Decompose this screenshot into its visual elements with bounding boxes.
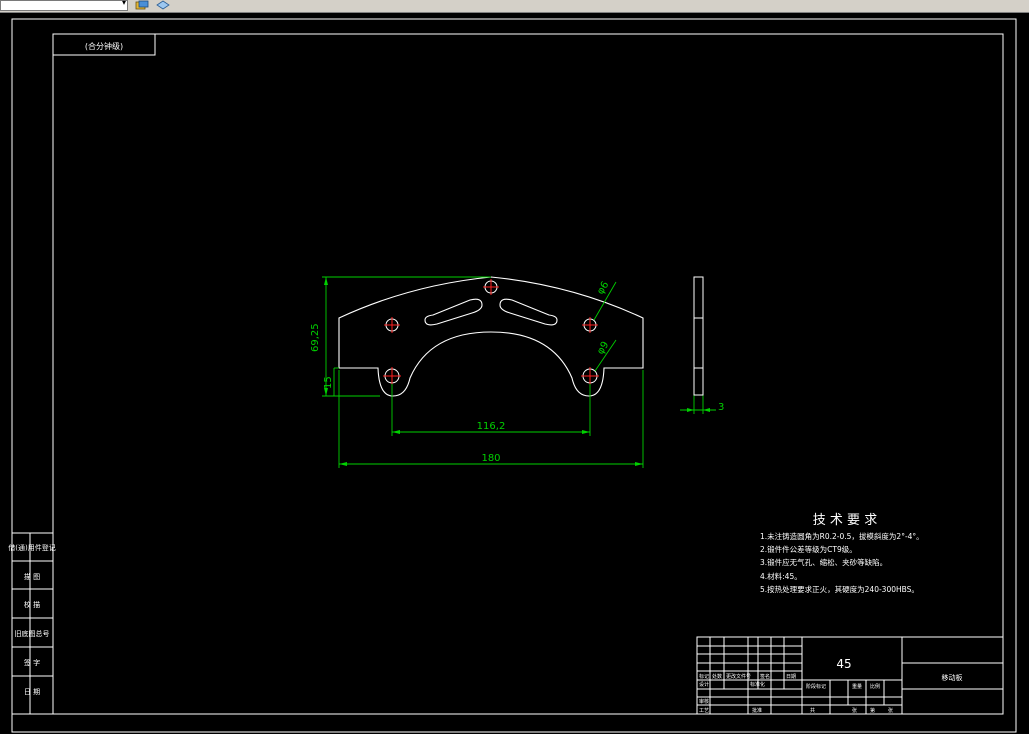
tb-label-mark: 标记 (699, 673, 709, 680)
part-side-view (693, 276, 704, 396)
tb-label-sheet2: 张 (888, 707, 893, 714)
tb-label-design: 设计 (699, 681, 709, 688)
top-label: (合分钟级) (85, 41, 123, 51)
sheet-outer-border (11, 18, 1017, 733)
layer-properties-icon[interactable] (156, 0, 170, 11)
dimension-lines (322, 276, 716, 468)
tb-label-num: 第 (870, 707, 875, 714)
tb-label-change-doc: 更改文件号 (726, 673, 751, 680)
dimension-arrows (324, 277, 710, 466)
layer-dropdown[interactable]: ▾ (0, 0, 128, 11)
tech-requirements-title: 技 术 要 求 (813, 513, 877, 528)
dim-height-total: 69,25 (310, 323, 321, 352)
side-label-2: 校 描 (24, 600, 40, 609)
layer-states-icon[interactable] (135, 0, 149, 11)
tech-item-0: 1.未注铸造圆角为R0.2-0.5，拔模斜度为2°-4°。 (760, 531, 924, 541)
title-block-material: 45 (836, 657, 851, 671)
title-block-part-name: 移动板 (942, 673, 963, 682)
tb-label-process: 工艺 (699, 708, 709, 714)
drawing-frame (52, 33, 1004, 715)
tech-item-2: 3.锻件应无气孔、缩松、夹砂等缺陷。 (760, 557, 887, 567)
dim-hole-spacing: 116,2 (477, 421, 506, 432)
cad-toolbar: ▾ (0, 0, 1029, 13)
tb-label-standard: 标准化 (750, 681, 765, 688)
side-label-3: 旧底图总号 (15, 629, 50, 638)
drawing-canvas[interactable]: (合分钟级) 借(通)用件登记 描 图 校 描 旧底图总号 签 字 日 期 69… (0, 13, 1029, 734)
tb-label-approve: 批准 (752, 707, 762, 714)
tb-label-total: 共 (810, 707, 815, 714)
tb-label-date: 日期 (786, 674, 796, 680)
tech-item-3: 4.材料:45。 (760, 571, 802, 581)
side-label-0: 借(通)用件登记 (8, 543, 55, 552)
tb-label-weight: 重量 (852, 683, 862, 690)
side-block (11, 532, 54, 715)
tb-label-stage: 阶段标记 (806, 683, 826, 690)
side-label-1: 描 图 (24, 572, 40, 581)
dim-hole-large: φ9 (595, 340, 611, 357)
tb-label-scale: 比例 (870, 683, 880, 690)
tb-label-sheet: 张 (852, 707, 857, 714)
side-label-4: 签 字 (24, 658, 40, 667)
tb-label-review: 审核 (699, 698, 709, 705)
side-label-5: 日 期 (24, 688, 40, 696)
dim-overall-width: 180 (481, 453, 500, 464)
dim-height-slot: 15 (323, 376, 334, 389)
tech-item-4: 5.按热处理要求正火，其硬度为240-300HBS。 (760, 584, 919, 594)
chevron-down-icon[interactable]: ▾ (122, 0, 126, 7)
tech-item-1: 2.锻件件公差等级为CT9级。 (760, 544, 857, 554)
tb-label-count: 处数 (712, 673, 722, 680)
dim-thickness: 3 (718, 402, 724, 413)
tb-label-sign: 签名 (760, 673, 770, 680)
